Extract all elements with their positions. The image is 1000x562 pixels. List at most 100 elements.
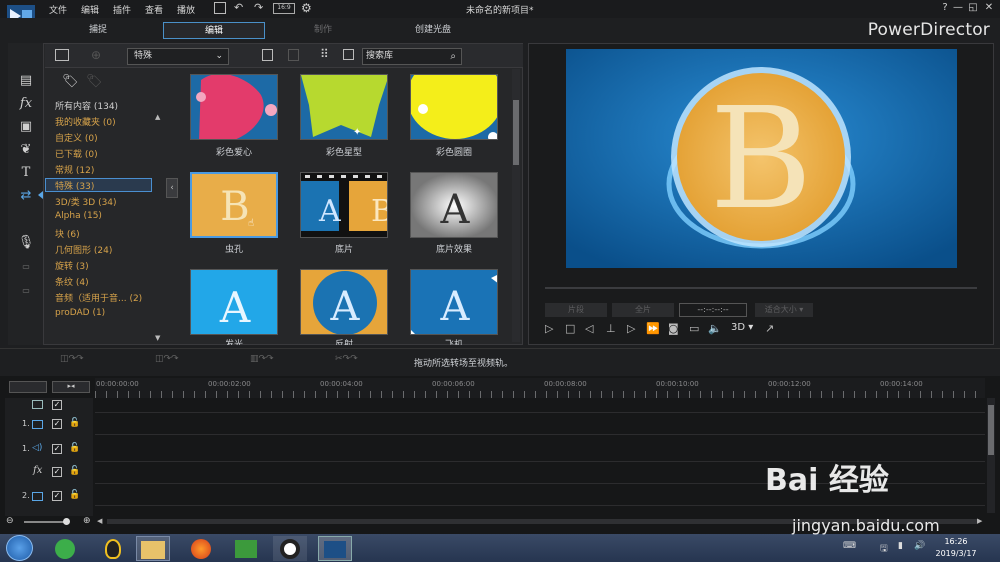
timeline-view-button[interactable] — [9, 381, 47, 393]
zoom-slider[interactable] — [24, 521, 68, 523]
transition-thumb-wormhole-selected[interactable]: B ☝ — [190, 172, 278, 238]
tab-edit[interactable]: 编辑 — [163, 22, 265, 39]
category-item[interactable]: 常规 (12) — [55, 163, 94, 176]
tag-add-icon[interactable]: 🏷 — [62, 74, 79, 89]
taskbar-app[interactable] — [96, 536, 130, 561]
transition-thumb-circle[interactable] — [410, 74, 498, 140]
collapse-panel-button[interactable]: ‹ — [166, 178, 178, 198]
stop-icon[interactable]: □ — [565, 322, 575, 335]
category-item[interactable]: 条纹 (4) — [55, 275, 89, 288]
aspect-ratio-icon[interactable]: 16:9 — [273, 3, 295, 14]
particle-room-icon[interactable]: ❦ — [18, 141, 34, 157]
category-item[interactable]: 音频（适用于音... (2) — [55, 291, 142, 304]
pip-room-icon[interactable]: ▣ — [18, 118, 34, 134]
lock-icon[interactable]: 🔓 — [69, 466, 80, 476]
transition-room-icon[interactable]: ⇄ — [18, 187, 34, 203]
tray-keyboard-icon[interactable]: ⌨ — [843, 541, 856, 551]
mark-icon[interactable]: ⊥ — [606, 322, 616, 335]
subtitle-room-icon[interactable]: ▭ — [18, 282, 34, 298]
category-item[interactable]: Alpha (15) — [55, 211, 102, 221]
category-item[interactable]: 几何图形 (24) — [55, 243, 112, 256]
tab-capture[interactable]: 捕捉 — [47, 22, 149, 39]
track-enable-checkbox[interactable]: ✓ — [52, 400, 62, 410]
clip-mode-button[interactable]: 片段 — [545, 303, 607, 317]
help-button[interactable]: ? — [938, 2, 952, 16]
redo-icon[interactable]: ↷ — [254, 1, 263, 14]
microphone-icon[interactable]: 🎙 — [18, 234, 35, 250]
expand-icon[interactable] — [343, 49, 354, 60]
tab-create-disc[interactable]: 创建光盘 — [382, 22, 484, 39]
minimize-button[interactable]: — — [951, 2, 965, 16]
transition-thumb-plane[interactable]: A — [410, 269, 498, 335]
download-icon[interactable]: ⊕ — [91, 48, 101, 62]
search-icon[interactable]: ⌕ — [450, 49, 456, 64]
transition-thumb-star[interactable]: ✦ — [300, 74, 388, 140]
remove-icon[interactable] — [288, 49, 299, 61]
timecode-display[interactable]: --:--:--:-- — [679, 303, 747, 317]
fast-forward-icon[interactable]: ⏩ — [646, 322, 660, 335]
category-item[interactable]: 自定义 (0) — [55, 131, 98, 144]
category-item[interactable]: proDAD (1) — [55, 308, 105, 318]
save-icon[interactable] — [214, 2, 226, 14]
media-room-icon[interactable]: ▤ — [18, 72, 34, 88]
taskbar-app[interactable] — [273, 536, 307, 561]
volume-icon[interactable]: 🔈 — [708, 322, 722, 335]
zoom-in-icon[interactable]: ⊕ — [83, 516, 91, 526]
taskbar-app[interactable] — [318, 536, 352, 561]
menu-edit[interactable]: 编辑 — [81, 3, 99, 16]
zoom-out-icon[interactable]: ⊖ — [6, 516, 14, 526]
category-item[interactable]: 已下载 (0) — [55, 147, 98, 160]
chapter-room-icon[interactable]: ▭ — [18, 258, 34, 274]
play-icon[interactable]: ▷ — [545, 322, 553, 335]
track-row[interactable] — [95, 413, 985, 435]
timeline-vscroll-thumb[interactable] — [988, 405, 994, 455]
tray-network-icon[interactable]: ▮ — [898, 541, 903, 551]
category-item-selected[interactable]: 特殊 (33) — [55, 179, 94, 192]
fx-room-icon[interactable]: fx — [18, 95, 34, 111]
restore-button[interactable]: ◱ — [966, 2, 980, 16]
transition-thumb-negative[interactable]: A — [410, 172, 498, 238]
subtitle-icon[interactable]: ▭ — [689, 322, 699, 335]
tag-remove-icon[interactable]: 🏷 — [86, 74, 103, 89]
lock-icon[interactable]: 🔓 — [69, 418, 80, 428]
preview-seek-bar[interactable] — [545, 287, 977, 289]
menu-view[interactable]: 查看 — [145, 3, 163, 16]
tab-produce[interactable]: 制作 — [272, 22, 374, 39]
3d-mode-dropdown[interactable]: 3D ▾ — [731, 322, 753, 333]
split-trim-icon[interactable]: ✂↷↷ — [335, 354, 393, 366]
next-frame-icon[interactable]: ▷ — [627, 322, 635, 335]
scroll-right-icon[interactable]: ▶ — [977, 517, 982, 525]
movie-mode-button[interactable]: 全片 — [612, 303, 674, 317]
fix-enhance-icon[interactable]: ◫↷↷ — [60, 354, 106, 366]
category-item[interactable]: 我的收藏夹 (0) — [55, 115, 116, 128]
settings-gear-icon[interactable]: ⚙ — [301, 1, 312, 15]
track-enable-checkbox[interactable]: ✓ — [52, 467, 62, 477]
transition-thumb-film[interactable]: AB — [300, 172, 388, 238]
lock-icon[interactable]: 🔓 — [69, 443, 80, 453]
add-to-timeline-icon[interactable] — [262, 49, 273, 61]
track-enable-checkbox[interactable]: ✓ — [52, 419, 62, 429]
undo-icon[interactable]: ↶ — [234, 1, 243, 14]
snapshot-icon[interactable]: ◙ — [668, 322, 679, 335]
category-item[interactable]: 旋转 (3) — [55, 259, 89, 272]
previous-frame-icon[interactable]: ◁ — [585, 322, 593, 335]
scroll-left-icon[interactable]: ◀ — [97, 517, 102, 525]
edit-tools-icon[interactable]: ◫↷↷ — [155, 354, 201, 366]
zoom-slider-knob[interactable] — [63, 518, 70, 525]
track-enable-checkbox[interactable]: ✓ — [52, 491, 62, 501]
scroll-up-icon[interactable]: ▲ — [155, 113, 160, 121]
search-input[interactable]: 搜索库 ⌕ — [362, 48, 462, 65]
title-room-icon[interactable]: T — [18, 164, 34, 180]
taskbar-app[interactable] — [48, 536, 82, 561]
menu-play[interactable]: 播放 — [177, 3, 195, 16]
transition-thumb-reflect[interactable]: A — [300, 269, 388, 335]
external-preview-icon[interactable]: ↗ — [765, 322, 774, 335]
scroll-down-icon[interactable]: ▼ — [155, 334, 160, 342]
fit-size-dropdown[interactable]: 适合大小 ▾ — [755, 303, 813, 317]
system-clock[interactable]: 16:26 2019/3/17 — [926, 536, 986, 560]
taskbar-app[interactable] — [184, 536, 218, 561]
track-row[interactable] — [95, 398, 985, 413]
keyframe-icon[interactable]: ▥↷↷ — [250, 354, 296, 366]
view-grid-icon[interactable]: ⠿ — [320, 47, 329, 61]
menu-plugins[interactable]: 插件 — [113, 3, 131, 16]
